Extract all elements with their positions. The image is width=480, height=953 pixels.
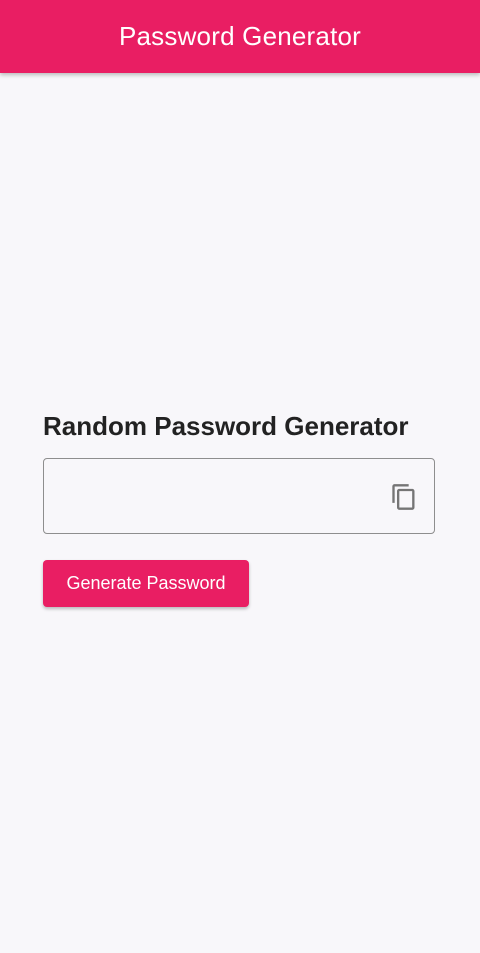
password-field bbox=[43, 458, 435, 534]
app-title: Password Generator bbox=[118, 21, 362, 51]
app-bar: Password Generator bbox=[0, 0, 480, 73]
main-content: Random Password Generator Generate Passw… bbox=[43, 408, 437, 607]
page-heading: Random Password Generator bbox=[43, 411, 409, 441]
password-input[interactable] bbox=[58, 473, 382, 521]
generate-password-button[interactable]: Generate Password bbox=[43, 560, 249, 607]
copy-button[interactable] bbox=[388, 481, 420, 513]
copy-icon bbox=[392, 484, 415, 510]
